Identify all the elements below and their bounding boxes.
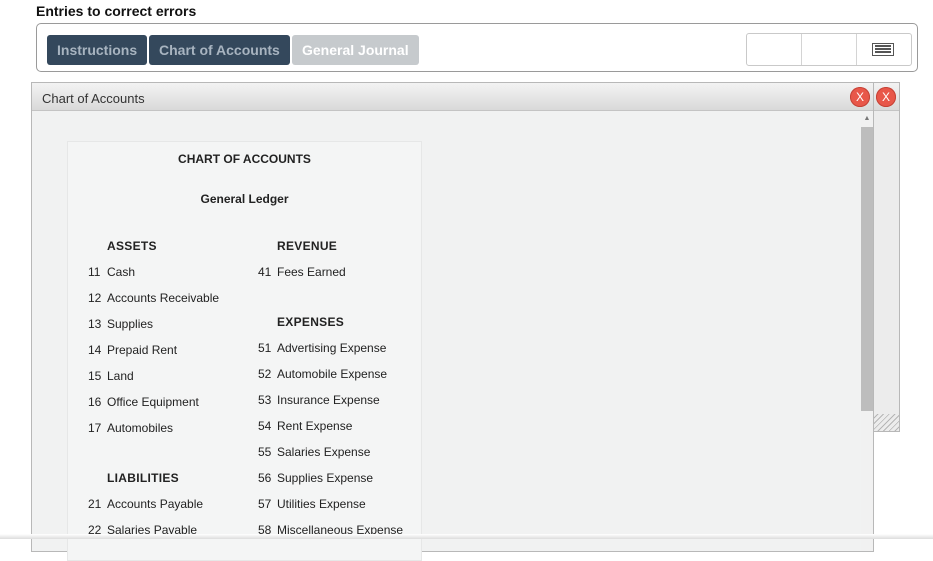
account-item: 14 Prepaid Rent <box>88 343 178 357</box>
section-expenses: EXPENSES <box>277 315 345 329</box>
account-item: 41 Fees Earned <box>258 265 346 279</box>
account-item: 12 Accounts Receivable <box>88 291 220 305</box>
account-item: 15 Land <box>88 369 134 383</box>
background-window-edge: X <box>873 82 900 432</box>
toolbar-button-2[interactable] <box>802 34 857 65</box>
outer-close-button[interactable]: X <box>876 87 896 107</box>
coa-heading: CHART OF ACCOUNTS <box>178 152 311 166</box>
account-item: 13 Supplies <box>88 317 154 331</box>
section-liabilities: LIABILITIES <box>107 471 179 485</box>
account-item: 52 Automobile Expense <box>258 367 388 381</box>
account-item: 56 Supplies Expense <box>258 471 374 485</box>
account-item: 55 Salaries Expense <box>258 445 371 459</box>
account-item: 51 Advertising Expense <box>258 341 387 355</box>
scroll-up-arrow-icon[interactable]: ▲ <box>861 113 873 125</box>
chart-of-accounts-panel: CHART OF ACCOUNTS General Ledger ASSETS … <box>67 141 422 561</box>
section-assets: ASSETS <box>107 239 157 253</box>
tab-general-journal[interactable]: General Journal <box>292 35 419 65</box>
tab-instructions[interactable]: Instructions <box>47 35 148 65</box>
coa-subheading: General Ledger <box>200 192 289 206</box>
bottom-edge-shadow <box>0 534 933 539</box>
toolbar-button-group <box>746 33 912 66</box>
window-title: Chart of Accounts <box>42 91 145 106</box>
toolbar-button-1[interactable] <box>747 34 802 65</box>
menu-button[interactable] <box>857 34 911 65</box>
window-titlebar[interactable]: Chart of Accounts X <box>32 83 873 111</box>
account-item: 17 Automobiles <box>88 421 174 435</box>
page-title: Entries to correct errors <box>36 3 197 19</box>
hamburger-menu-icon <box>872 43 894 56</box>
account-item: 53 Insurance Expense <box>258 393 380 407</box>
account-item: 21 Accounts Payable <box>88 497 204 511</box>
account-item: 54 Rent Expense <box>258 419 353 433</box>
tab-chart-of-accounts[interactable]: Chart of Accounts <box>149 35 290 65</box>
chart-of-accounts-window: Chart of Accounts X ▲ CHART OF ACCOUNTS … <box>31 82 874 561</box>
account-item: 57 Utilities Expense <box>258 497 366 511</box>
resize-handle[interactable] <box>873 414 899 432</box>
vertical-scrollbar[interactable]: ▲ <box>861 111 873 551</box>
tab-bar: Instructions Chart of Accounts General J… <box>36 23 918 72</box>
scrollbar-thumb[interactable] <box>861 127 873 411</box>
section-revenue: REVENUE <box>277 239 338 253</box>
close-button[interactable]: X <box>850 87 870 107</box>
account-item: 16 Office Equipment <box>88 395 199 409</box>
account-item: 11 Cash <box>88 265 136 279</box>
